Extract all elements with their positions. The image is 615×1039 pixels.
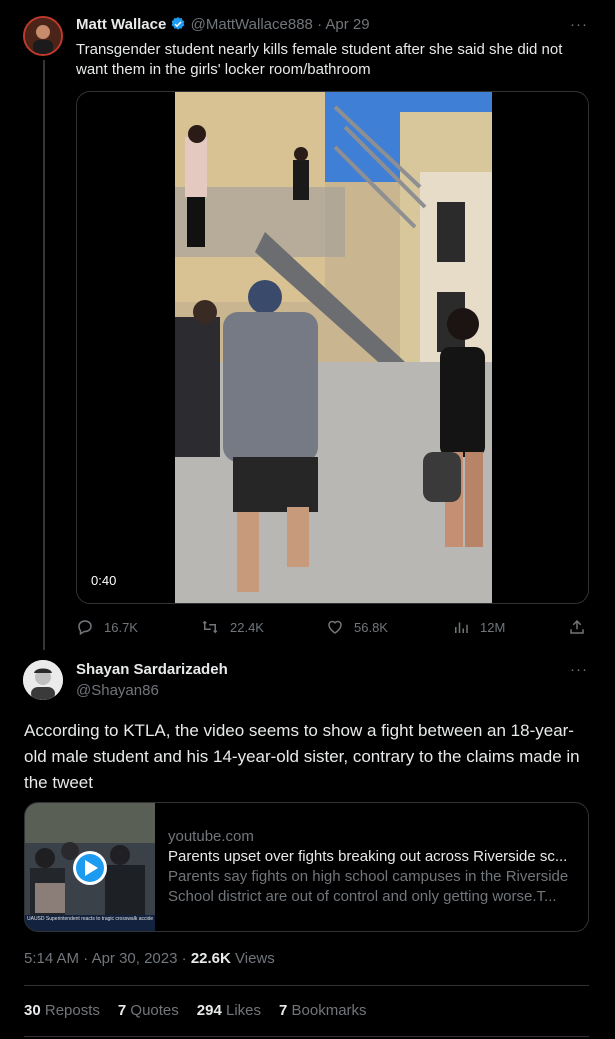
more-icon[interactable]: ··· xyxy=(570,661,588,678)
link-domain: youtube.com xyxy=(168,828,254,845)
share-button[interactable] xyxy=(568,618,586,636)
avatar-matt-wallace[interactable] xyxy=(23,16,63,56)
likes-stat[interactable]: 294 Likes xyxy=(197,1002,261,1019)
link-card[interactable]: UAUSD Superintendent reacts to tragic cr… xyxy=(24,802,589,932)
divider xyxy=(24,1036,589,1037)
repost-button[interactable]: 22.4K xyxy=(200,618,264,636)
more-icon[interactable]: ··· xyxy=(570,16,588,33)
thumbnail-caption: UAUSD Superintendent reacts to tragic cr… xyxy=(27,916,153,922)
like-count: 56.8K xyxy=(354,619,388,635)
tweet-time[interactable]: 5:14 AM xyxy=(24,950,79,967)
bookmarks-stat[interactable]: 7 Bookmarks xyxy=(279,1002,367,1019)
link-card-body[interactable]: youtube.com Parents upset over fights br… xyxy=(168,827,580,907)
bookmarks-label: Bookmarks xyxy=(291,1002,367,1019)
views-label: Views xyxy=(235,950,275,967)
quotes-label: Quotes xyxy=(130,1002,179,1019)
repost-icon xyxy=(202,620,218,634)
share-icon xyxy=(570,619,584,634)
quotes-stat[interactable]: 7 Quotes xyxy=(118,1002,179,1019)
likes-label: Likes xyxy=(225,1002,262,1019)
bookmarks-count: 7 xyxy=(279,1002,288,1019)
link-card-thumbnail[interactable]: UAUSD Superintendent reacts to tragic cr… xyxy=(25,803,155,931)
link-description: Parents say fights on high school campus… xyxy=(168,868,569,905)
tweet-date[interactable]: Apr 30, 2023 xyxy=(92,950,178,967)
separator: · xyxy=(83,950,89,967)
author-name[interactable]: Shayan Sardarizadeh xyxy=(76,661,228,678)
video-duration: 0:40 xyxy=(91,573,117,588)
main-tweet-text: According to KTLA, the video seems to sh… xyxy=(24,721,580,792)
author-handle[interactable]: @MattWallace888 xyxy=(191,16,313,33)
reposts-stat[interactable]: 30 Reposts xyxy=(24,1002,100,1019)
views-count: 22.6K xyxy=(190,950,231,967)
video-player[interactable]: 0:40 xyxy=(76,91,589,604)
likes-count: 294 xyxy=(196,1002,222,1019)
like-icon xyxy=(328,620,342,634)
author-handle[interactable]: @Shayan86 xyxy=(76,682,159,699)
like-button[interactable]: 56.8K xyxy=(326,618,388,636)
quotes-count: 7 xyxy=(117,1002,127,1019)
repost-count: 22.4K xyxy=(230,619,264,635)
link-title: Parents upset over fights breaking out a… xyxy=(168,848,568,865)
thread-connector xyxy=(43,60,45,650)
reply-button[interactable]: 16.7K xyxy=(76,618,138,636)
reposts-label: Reposts xyxy=(44,1002,100,1019)
separator: · xyxy=(317,16,323,33)
views-button[interactable]: 12M xyxy=(452,618,505,636)
video-frame[interactable] xyxy=(175,92,492,603)
reposts-count: 30 xyxy=(24,1002,41,1019)
separator: · xyxy=(181,950,187,967)
views-icon xyxy=(455,622,468,633)
engagement-stats: 30 Reposts 7 Quotes 294 Likes 7 Bookmark… xyxy=(24,1002,367,1019)
tweet-timestamp-row: 5:14 AM · Apr 30, 2023 · 22.6K Views xyxy=(24,950,275,967)
divider xyxy=(24,985,589,986)
author-name[interactable]: Matt Wallace xyxy=(76,16,166,33)
avatar-shayan-sardarizadeh[interactable] xyxy=(23,660,63,700)
views-count: 12M xyxy=(480,619,506,635)
reply-count: 16.7K xyxy=(104,619,138,635)
quoted-tweet-header: Matt Wallace @MattWallace888 · Apr 29 xyxy=(76,16,370,33)
verified-badge-icon xyxy=(170,16,186,32)
tweet-date[interactable]: Apr 29 xyxy=(325,16,369,33)
quoted-tweet-text: Transgender student nearly kills female … xyxy=(76,41,563,78)
reply-icon xyxy=(78,620,92,636)
